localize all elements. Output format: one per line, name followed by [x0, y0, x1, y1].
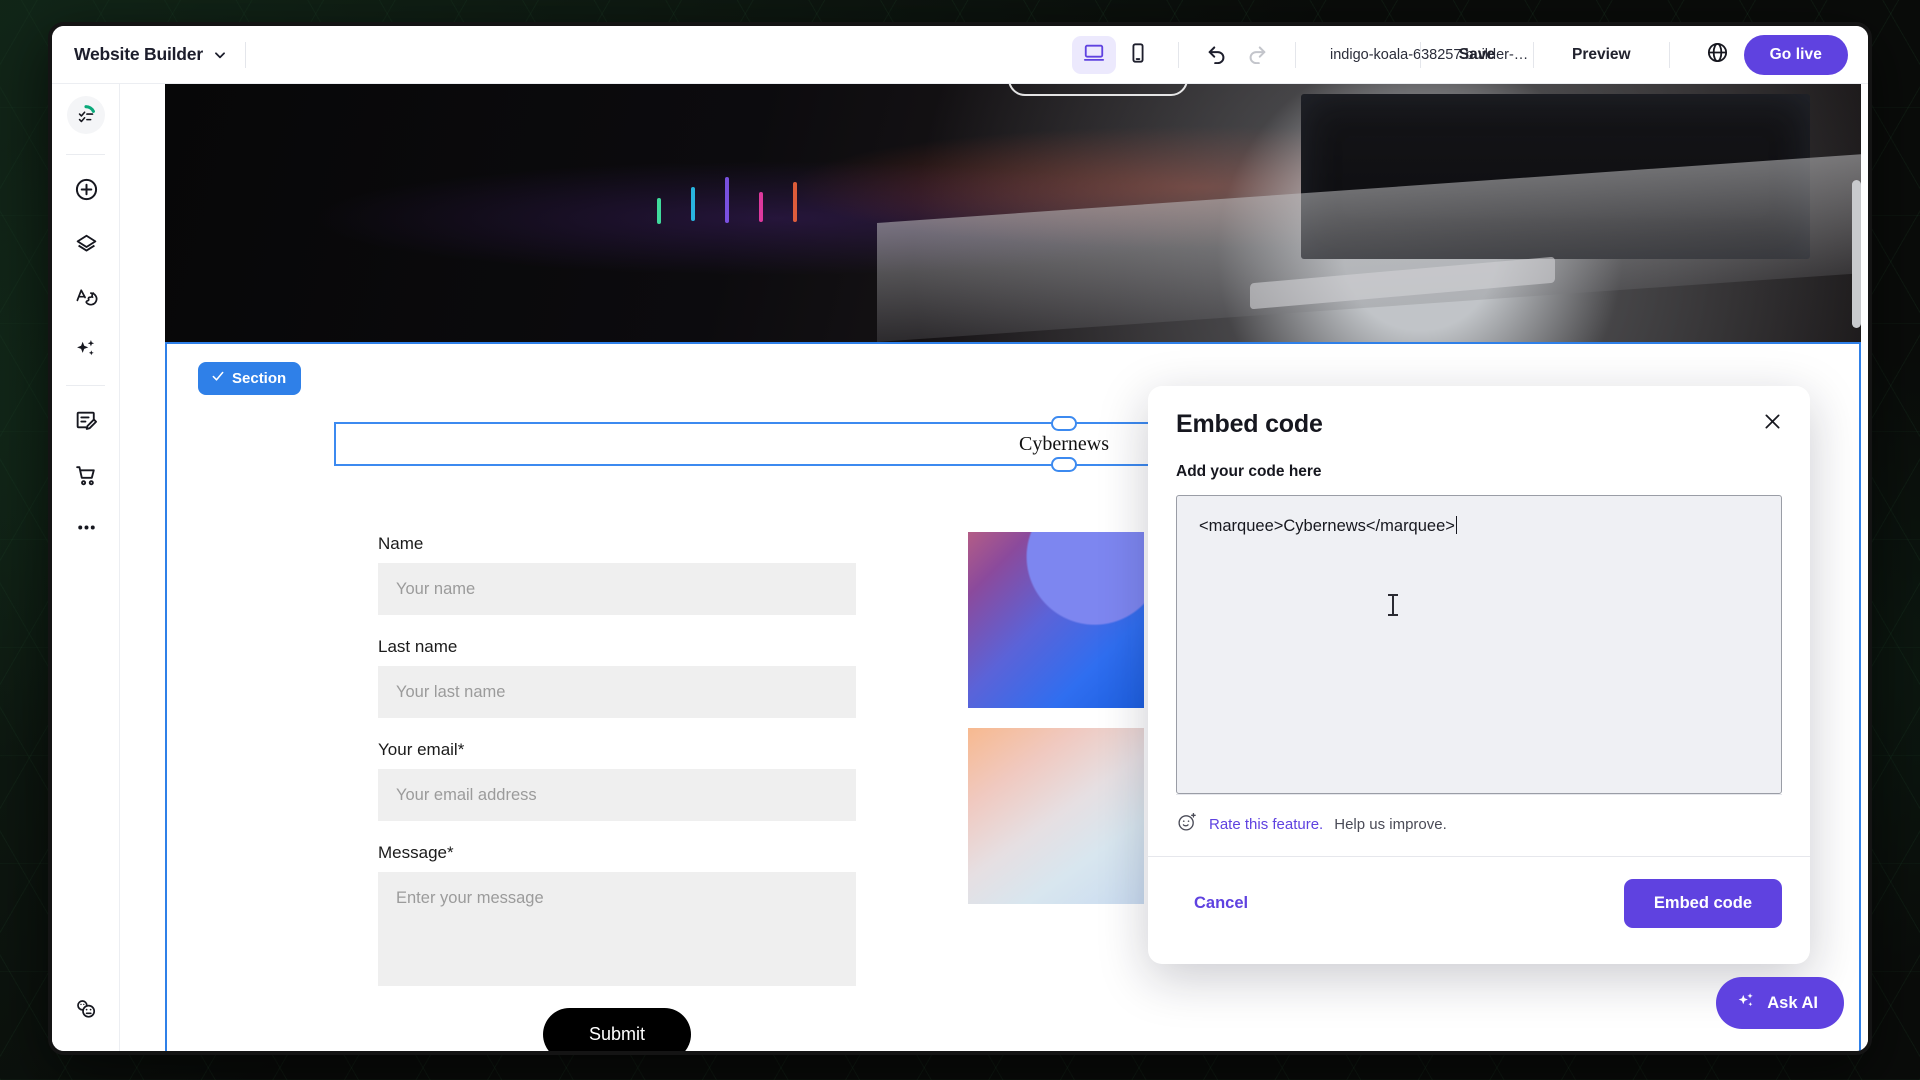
- dialog-body: Add your code here <marquee>Cybernews</m…: [1148, 439, 1810, 794]
- divider: [66, 154, 105, 155]
- brand-label: Website Builder: [74, 44, 203, 64]
- preview-button[interactable]: Preview: [1552, 46, 1651, 64]
- top-toolbar: Website Builder indigo-koala-638257.buil…: [52, 26, 1868, 84]
- close-button[interactable]: [1756, 408, 1788, 440]
- dialog-header: Embed code: [1148, 386, 1810, 439]
- sidebar-bottom: [52, 985, 120, 1037]
- text-cursor-icon: [1388, 594, 1398, 616]
- left-sidebar: [52, 84, 120, 1051]
- redo-arrow-icon: [1246, 42, 1268, 69]
- embed-code-confirm-button[interactable]: Embed code: [1623, 879, 1782, 928]
- go-live-button[interactable]: Go live: [1743, 35, 1848, 75]
- embed-code-value: <marquee>Cybernews</marquee>: [1199, 517, 1455, 535]
- ellipsis-icon: [74, 515, 99, 545]
- top-resize-handle[interactable]: [1008, 84, 1188, 96]
- plus-circle-icon: [74, 177, 99, 207]
- submit-button[interactable]: Submit: [542, 1008, 692, 1051]
- embed-code-textarea[interactable]: <marquee>Cybernews</marquee>: [1176, 495, 1782, 794]
- desktop-backdrop: Website Builder indigo-koala-638257.buil…: [0, 0, 1920, 1080]
- message-textarea[interactable]: Enter your message: [378, 872, 856, 986]
- section-badge-label: Section: [232, 369, 287, 387]
- two-faces-icon: [73, 996, 99, 1027]
- smiley-plus-icon: [1176, 811, 1198, 838]
- ask-ai-button[interactable]: Ask AI: [1716, 977, 1844, 1029]
- cancel-button[interactable]: Cancel: [1176, 884, 1266, 923]
- chevron-down-icon: [213, 48, 227, 62]
- field-label-email: Your email*: [378, 740, 465, 759]
- brand-menu[interactable]: Website Builder: [74, 44, 227, 65]
- sidebar-item-add-element[interactable]: [52, 163, 120, 221]
- text-caret: [1455, 516, 1458, 534]
- ask-ai-label: Ask AI: [1767, 993, 1818, 1012]
- contact-form: Name Your name Last name Your last name …: [378, 534, 856, 1051]
- led-light: [690, 187, 695, 222]
- globe-icon: [1706, 41, 1729, 69]
- divider: [1668, 42, 1670, 68]
- undo-arrow-icon: [1206, 42, 1228, 69]
- undo-button[interactable]: [1197, 36, 1237, 74]
- rate-feature-subtext: Help us improve.: [1334, 816, 1447, 833]
- name-input[interactable]: Your name: [378, 563, 856, 615]
- gallery-tile-pastel-gradient-silk[interactable]: [968, 728, 1144, 904]
- sidebar-item-blog[interactable]: [52, 394, 120, 452]
- check-icon: [211, 369, 225, 387]
- close-icon: [1762, 411, 1783, 437]
- desktop-view-button[interactable]: [1072, 36, 1116, 74]
- sidebar-item-ai-tools[interactable]: [52, 325, 120, 377]
- checklist-progress-icon: [67, 96, 105, 134]
- desktop-monitor-icon: [1083, 42, 1105, 69]
- email-input[interactable]: Your email address: [378, 769, 856, 821]
- divider: [244, 41, 246, 68]
- field-label-last-name: Last name: [378, 637, 458, 656]
- language-button[interactable]: [1698, 36, 1738, 74]
- redo-button[interactable]: [1237, 36, 1277, 74]
- browser-window: Website Builder indigo-koala-638257.buil…: [48, 22, 1872, 1055]
- divider: [66, 385, 105, 386]
- dialog-title: Embed code: [1176, 410, 1323, 438]
- rate-feature-row: Rate this feature. Help us improve.: [1176, 794, 1782, 856]
- sidebar-item-collaborators[interactable]: [52, 985, 120, 1037]
- resize-handle-bottom[interactable]: [1051, 457, 1077, 472]
- sparkle-icon: [74, 336, 99, 366]
- sidebar-item-design-theme[interactable]: [52, 273, 120, 325]
- divider: [1419, 42, 1421, 68]
- top-actions: Save Preview Go live: [1402, 26, 1848, 84]
- led-light: [792, 182, 797, 223]
- save-button[interactable]: Save: [1439, 46, 1515, 64]
- edit-document-icon: [74, 408, 99, 438]
- embed-code-dialog: Embed code Add your code here <marquee>C…: [1148, 386, 1810, 964]
- resize-handle-top[interactable]: [1051, 416, 1077, 431]
- field-label-name: Name: [378, 534, 424, 553]
- layers-icon: [74, 232, 99, 262]
- gallery-tile-abstract-blue-curve[interactable]: [968, 532, 1144, 708]
- led-light: [758, 192, 763, 223]
- canvas-scrollbar[interactable]: [1852, 180, 1861, 328]
- sidebar-item-pages-layers[interactable]: [52, 221, 120, 273]
- palette-icon: [74, 284, 99, 314]
- sidebar-item-more[interactable]: [52, 504, 120, 556]
- divider: [1533, 42, 1534, 68]
- hero-banner-image[interactable]: [165, 84, 1861, 342]
- rate-feature-link[interactable]: Rate this feature.: [1209, 816, 1323, 833]
- led-light: [724, 176, 729, 223]
- section-badge[interactable]: Section: [198, 362, 302, 395]
- dialog-footer: Cancel Embed code: [1148, 856, 1810, 950]
- shopping-cart-icon: [74, 463, 99, 493]
- divider: [1295, 42, 1296, 68]
- sidebar-item-tasks[interactable]: [52, 84, 120, 146]
- code-field-label: Add your code here: [1176, 463, 1322, 480]
- led-light: [656, 197, 661, 224]
- mobile-phone-icon: [1127, 42, 1149, 69]
- sparkle-icon: [1736, 990, 1757, 1016]
- last-name-input[interactable]: Your last name: [378, 666, 856, 718]
- divider: [1178, 42, 1179, 68]
- field-label-message: Message*: [378, 843, 454, 862]
- sidebar-item-store[interactable]: [52, 452, 120, 504]
- mobile-view-button[interactable]: [1116, 36, 1160, 74]
